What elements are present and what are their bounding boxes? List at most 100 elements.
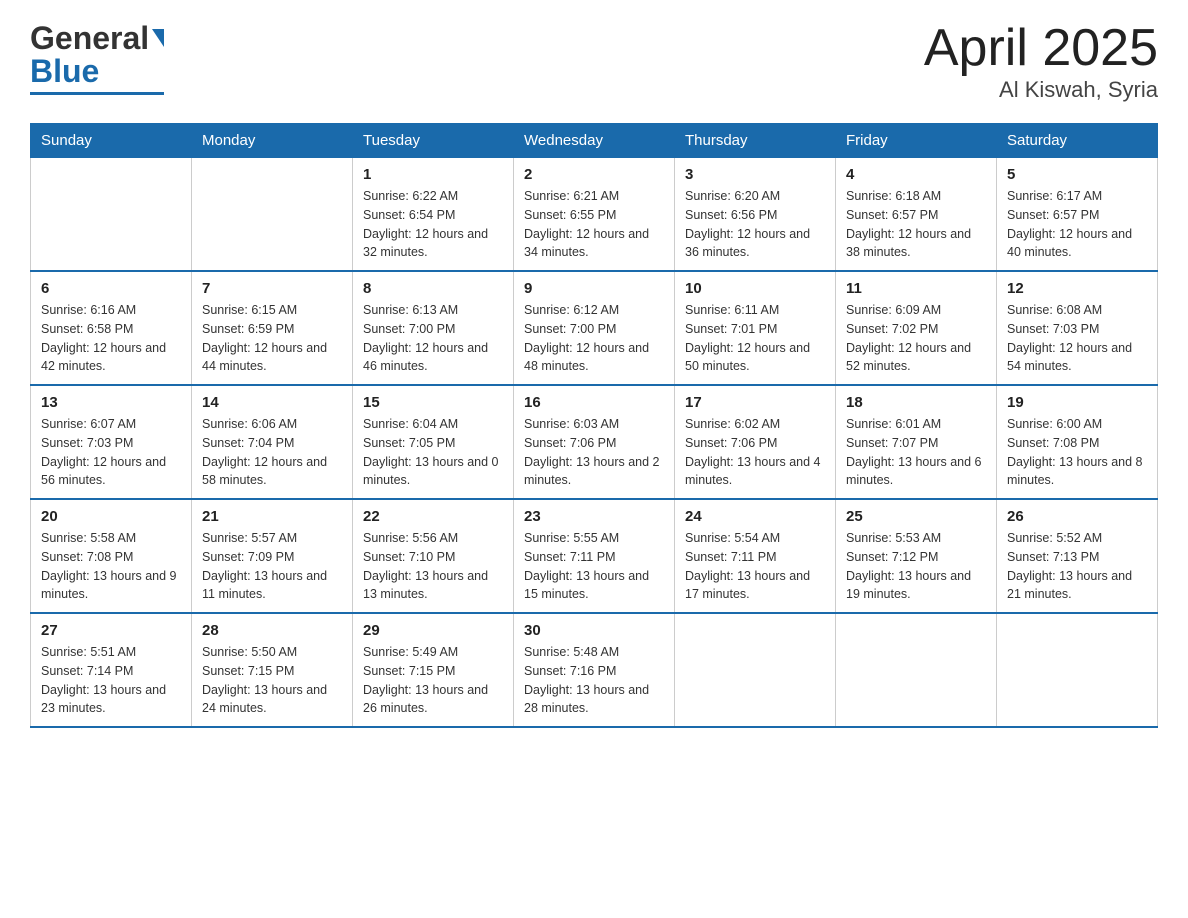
day-info: Sunrise: 5:49 AMSunset: 7:15 PMDaylight:…: [363, 643, 503, 718]
day-number: 15: [363, 394, 503, 411]
day-info: Sunrise: 5:48 AMSunset: 7:16 PMDaylight:…: [524, 643, 664, 718]
title-block: April 2025 Al Kiswah, Syria: [924, 20, 1158, 103]
weekday-header-friday: Friday: [836, 124, 997, 158]
day-number: 8: [363, 280, 503, 297]
calendar-cell: 25 Sunrise: 5:53 AMSunset: 7:12 PMDayligh…: [836, 499, 997, 613]
weekday-header-wednesday: Wednesday: [514, 124, 675, 158]
day-number: 22: [363, 508, 503, 525]
day-info: Sunrise: 6:22 AMSunset: 6:54 PMDaylight:…: [363, 187, 503, 262]
calendar-table: SundayMondayTuesdayWednesdayThursdayFrid…: [30, 123, 1158, 728]
day-info: Sunrise: 6:04 AMSunset: 7:05 PMDaylight:…: [363, 415, 503, 490]
weekday-header-monday: Monday: [192, 124, 353, 158]
day-info: Sunrise: 6:15 AMSunset: 6:59 PMDaylight:…: [202, 301, 342, 376]
day-number: 2: [524, 166, 664, 183]
calendar-week-5: 27 Sunrise: 5:51 AMSunset: 7:14 PMDayligh…: [31, 613, 1158, 727]
day-info: Sunrise: 5:54 AMSunset: 7:11 PMDaylight:…: [685, 529, 825, 604]
day-number: 21: [202, 508, 342, 525]
calendar-cell: 12 Sunrise: 6:08 AMSunset: 7:03 PMDayligh…: [997, 271, 1158, 385]
day-info: Sunrise: 6:21 AMSunset: 6:55 PMDaylight:…: [524, 187, 664, 262]
calendar-cell: 10Sunrise: 6:11 AMSunset: 7:01 PMDayligh…: [675, 271, 836, 385]
weekday-header-sunday: Sunday: [31, 124, 192, 158]
calendar-cell: 16Sunrise: 6:03 AMSunset: 7:06 PMDayligh…: [514, 385, 675, 499]
calendar-cell: 1 Sunrise: 6:22 AMSunset: 6:54 PMDaylight…: [353, 158, 514, 272]
day-info: Sunrise: 6:11 AMSunset: 7:01 PMDaylight:…: [685, 301, 825, 376]
day-info: Sunrise: 6:06 AMSunset: 7:04 PMDaylight:…: [202, 415, 342, 490]
day-info: Sunrise: 5:50 AMSunset: 7:15 PMDaylight:…: [202, 643, 342, 718]
day-number: 12: [1007, 280, 1147, 297]
day-number: 28: [202, 622, 342, 639]
page-header: General Blue April 2025 Al Kiswah, Syria: [30, 20, 1158, 103]
calendar-body: 1 Sunrise: 6:22 AMSunset: 6:54 PMDaylight…: [31, 158, 1158, 728]
calendar-cell: 8Sunrise: 6:13 AMSunset: 7:00 PMDaylight…: [353, 271, 514, 385]
day-number: 16: [524, 394, 664, 411]
calendar-cell: 23 Sunrise: 5:55 AMSunset: 7:11 PMDayligh…: [514, 499, 675, 613]
calendar-cell: 14 Sunrise: 6:06 AMSunset: 7:04 PMDayligh…: [192, 385, 353, 499]
calendar-cell: 20 Sunrise: 5:58 AMSunset: 7:08 PMDayligh…: [31, 499, 192, 613]
calendar-cell: 5Sunrise: 6:17 AMSunset: 6:57 PMDaylight…: [997, 158, 1158, 272]
calendar-cell: 22 Sunrise: 5:56 AMSunset: 7:10 PMDayligh…: [353, 499, 514, 613]
calendar-cell: 2 Sunrise: 6:21 AMSunset: 6:55 PMDaylight…: [514, 158, 675, 272]
day-number: 7: [202, 280, 342, 297]
day-info: Sunrise: 6:07 AMSunset: 7:03 PMDaylight:…: [41, 415, 181, 490]
weekday-header-tuesday: Tuesday: [353, 124, 514, 158]
calendar-cell: [192, 158, 353, 272]
day-number: 25: [846, 508, 986, 525]
day-info: Sunrise: 5:55 AMSunset: 7:11 PMDaylight:…: [524, 529, 664, 604]
calendar-week-3: 13 Sunrise: 6:07 AMSunset: 7:03 PMDayligh…: [31, 385, 1158, 499]
calendar-cell: 26Sunrise: 5:52 AMSunset: 7:13 PMDayligh…: [997, 499, 1158, 613]
day-number: 11: [846, 280, 986, 297]
calendar-cell: 9Sunrise: 6:12 AMSunset: 7:00 PMDaylight…: [514, 271, 675, 385]
day-number: 30: [524, 622, 664, 639]
calendar-cell: 19 Sunrise: 6:00 AMSunset: 7:08 PMDayligh…: [997, 385, 1158, 499]
day-number: 17: [685, 394, 825, 411]
calendar-cell: 17Sunrise: 6:02 AMSunset: 7:06 PMDayligh…: [675, 385, 836, 499]
calendar-cell: 29Sunrise: 5:49 AMSunset: 7:15 PMDayligh…: [353, 613, 514, 727]
day-number: 9: [524, 280, 664, 297]
logo-underline: [30, 92, 164, 95]
calendar-week-1: 1 Sunrise: 6:22 AMSunset: 6:54 PMDaylight…: [31, 158, 1158, 272]
day-number: 19: [1007, 394, 1147, 411]
day-info: Sunrise: 6:20 AMSunset: 6:56 PMDaylight:…: [685, 187, 825, 262]
calendar-cell: [675, 613, 836, 727]
logo-triangle-icon: [152, 29, 164, 47]
logo: General Blue: [30, 20, 164, 95]
calendar-cell: [31, 158, 192, 272]
day-number: 1: [363, 166, 503, 183]
day-number: 23: [524, 508, 664, 525]
day-number: 18: [846, 394, 986, 411]
day-number: 13: [41, 394, 181, 411]
calendar-cell: [997, 613, 1158, 727]
page-subtitle: Al Kiswah, Syria: [924, 77, 1158, 103]
day-info: Sunrise: 5:53 AMSunset: 7:12 PMDaylight:…: [846, 529, 986, 604]
page-title: April 2025: [924, 20, 1158, 77]
calendar-cell: 21 Sunrise: 5:57 AMSunset: 7:09 PMDayligh…: [192, 499, 353, 613]
calendar-cell: 30 Sunrise: 5:48 AMSunset: 7:16 PMDayligh…: [514, 613, 675, 727]
day-info: Sunrise: 6:16 AMSunset: 6:58 PMDaylight:…: [41, 301, 181, 376]
weekday-header-row: SundayMondayTuesdayWednesdayThursdayFrid…: [31, 124, 1158, 158]
calendar-cell: 15 Sunrise: 6:04 AMSunset: 7:05 PMDayligh…: [353, 385, 514, 499]
calendar-week-4: 20 Sunrise: 5:58 AMSunset: 7:08 PMDayligh…: [31, 499, 1158, 613]
day-number: 20: [41, 508, 181, 525]
calendar-cell: 18Sunrise: 6:01 AMSunset: 7:07 PMDayligh…: [836, 385, 997, 499]
logo-blue: Blue: [30, 53, 99, 90]
day-info: Sunrise: 6:09 AMSunset: 7:02 PMDaylight:…: [846, 301, 986, 376]
day-info: Sunrise: 6:18 AMSunset: 6:57 PMDaylight:…: [846, 187, 986, 262]
day-info: Sunrise: 5:58 AMSunset: 7:08 PMDaylight:…: [41, 529, 181, 604]
calendar-cell: 28 Sunrise: 5:50 AMSunset: 7:15 PMDayligh…: [192, 613, 353, 727]
calendar-cell: 7 Sunrise: 6:15 AMSunset: 6:59 PMDaylight…: [192, 271, 353, 385]
calendar-cell: 24Sunrise: 5:54 AMSunset: 7:11 PMDayligh…: [675, 499, 836, 613]
day-info: Sunrise: 5:52 AMSunset: 7:13 PMDaylight:…: [1007, 529, 1147, 604]
day-number: 27: [41, 622, 181, 639]
day-number: 14: [202, 394, 342, 411]
calendar-cell: 27 Sunrise: 5:51 AMSunset: 7:14 PMDayligh…: [31, 613, 192, 727]
day-info: Sunrise: 6:08 AMSunset: 7:03 PMDaylight:…: [1007, 301, 1147, 376]
day-info: Sunrise: 5:56 AMSunset: 7:10 PMDaylight:…: [363, 529, 503, 604]
calendar-cell: 3Sunrise: 6:20 AMSunset: 6:56 PMDaylight…: [675, 158, 836, 272]
weekday-header-thursday: Thursday: [675, 124, 836, 158]
day-info: Sunrise: 6:17 AMSunset: 6:57 PMDaylight:…: [1007, 187, 1147, 262]
logo-general: General: [30, 20, 149, 57]
day-info: Sunrise: 5:57 AMSunset: 7:09 PMDaylight:…: [202, 529, 342, 604]
day-info: Sunrise: 5:51 AMSunset: 7:14 PMDaylight:…: [41, 643, 181, 718]
day-info: Sunrise: 6:00 AMSunset: 7:08 PMDaylight:…: [1007, 415, 1147, 490]
weekday-header-saturday: Saturday: [997, 124, 1158, 158]
